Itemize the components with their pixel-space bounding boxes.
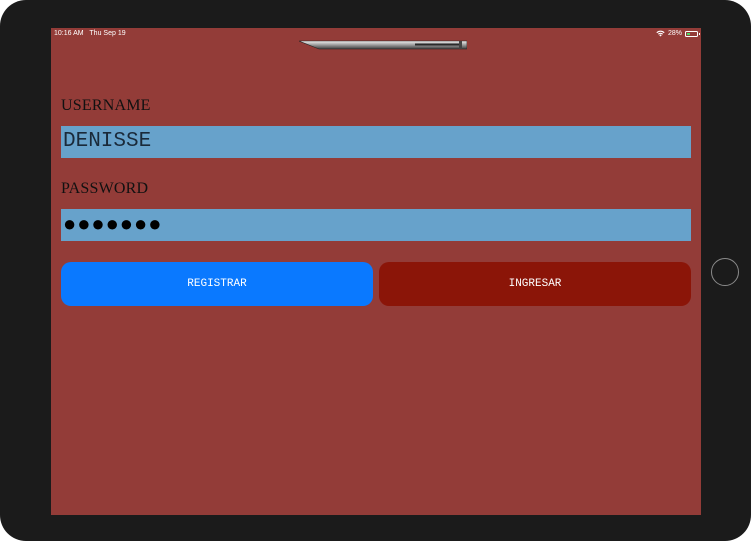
tablet-device: 10:16 AM Thu Sep 19 28% USERNAME DENISSE…: [0, 0, 751, 541]
sword-handle-graphic: [299, 40, 467, 50]
app-screen: 10:16 AM Thu Sep 19 28% USERNAME DENISSE…: [51, 28, 701, 515]
status-bar-right: 28%: [656, 30, 700, 37]
username-label: USERNAME: [61, 97, 151, 114]
login-button[interactable]: INGRESAR: [379, 262, 691, 306]
status-bar-left: 10:16 AM Thu Sep 19: [54, 30, 130, 37]
battery-percent: 28%: [667, 30, 682, 37]
register-button[interactable]: REGISTRAR: [61, 262, 373, 306]
battery-icon: [685, 30, 700, 37]
home-button[interactable]: [711, 258, 739, 286]
status-time: 10:16 AM: [54, 30, 84, 37]
status-date: Thu Sep 19: [89, 30, 126, 37]
username-field[interactable]: DENISSE: [61, 126, 691, 158]
battery-nub: [698, 32, 700, 35]
wifi-icon: [656, 30, 665, 37]
password-field[interactable]: ●●●●●●●: [61, 209, 691, 241]
password-label: PASSWORD: [61, 180, 149, 197]
battery-level-fill: [687, 32, 690, 35]
